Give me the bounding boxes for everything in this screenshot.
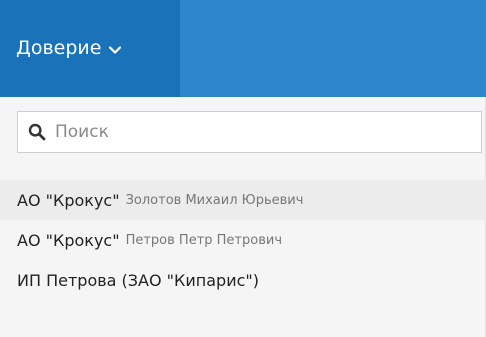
organization-name: ИП Петрова (ЗАО "Кипарис"): [17, 270, 260, 290]
organization-dropdown: АО "Крокус" Золотов Михаил Юрьевич АО "К…: [0, 97, 486, 337]
organization-switcher-button[interactable]: Доверие: [0, 0, 180, 97]
search-input[interactable]: [55, 122, 455, 142]
organization-contact-person: Золотов Михаил Юрьевич: [125, 192, 304, 208]
top-navigation-bar-background: [180, 0, 486, 97]
organization-name: АО "Крокус": [17, 230, 120, 250]
search-icon: [28, 123, 46, 141]
organization-list-item[interactable]: ИП Петрова (ЗАО "Кипарис"): [0, 260, 486, 300]
chevron-down-icon: [107, 42, 123, 58]
organization-contact-person: Петров Петр Петрович: [125, 232, 282, 248]
organization-name: АО "Крокус": [17, 190, 120, 210]
organization-switcher-label: Доверие: [16, 37, 102, 59]
search-box[interactable]: [17, 111, 482, 153]
organization-list-item[interactable]: АО "Крокус" Золотов Михаил Юрьевич: [0, 180, 486, 220]
organization-list-item[interactable]: АО "Крокус" Петров Петр Петрович: [0, 220, 486, 260]
top-navigation-bar: Доверие: [0, 0, 486, 97]
